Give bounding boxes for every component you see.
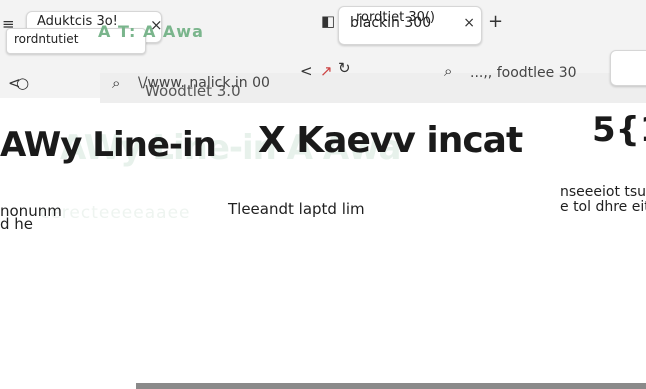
reload-icon[interactable]: ○ xyxy=(16,76,29,91)
horizontal-scrollbar[interactable] xyxy=(136,383,646,389)
nav-forward-icon[interactable]: ↗ xyxy=(320,64,333,79)
tab-ghost-right[interactable] xyxy=(610,50,646,86)
tab-close-icon[interactable]: × xyxy=(150,18,163,33)
body-text-middle: Tleeandt laptd lim xyxy=(228,200,365,218)
site-info-icon[interactable]: ⌕ xyxy=(112,76,120,91)
page-heading-middle: X Kaevv incat xyxy=(258,120,523,161)
close-icon[interactable]: × xyxy=(463,15,475,31)
search-icon[interactable]: ⌕ xyxy=(444,64,452,79)
tab-favicon-icon: ◧ xyxy=(321,12,336,30)
body-text-left: nonunm d he xyxy=(0,202,62,233)
page-heading-left: AWy Line-in xyxy=(0,125,217,165)
browser-window: Aduktcis 3o! rordntutiet A T: A Awa ≡ × … xyxy=(0,0,646,389)
text-ghost-left: cerecteeeeaaee xyxy=(40,203,191,223)
reload-alt-icon[interactable]: ↻ xyxy=(338,61,351,76)
address-text-right: ...,, foodtlee 30 xyxy=(470,65,577,81)
tab-label-left-secondary: rordntutiet xyxy=(14,32,79,46)
page-heading-right: 5{1 xyxy=(592,110,646,150)
body-text-right: nseeeiot tsu e tol dhre eit xyxy=(560,184,646,215)
nav-back-icon[interactable]: < xyxy=(300,64,313,79)
address-input[interactable]: Woodtlet 3.0 xyxy=(145,82,241,100)
new-tab-icon[interactable]: + xyxy=(488,13,503,31)
menu-icon[interactable]: ≡ xyxy=(2,17,15,32)
tab-label-active: blackin 300 xyxy=(350,15,432,31)
